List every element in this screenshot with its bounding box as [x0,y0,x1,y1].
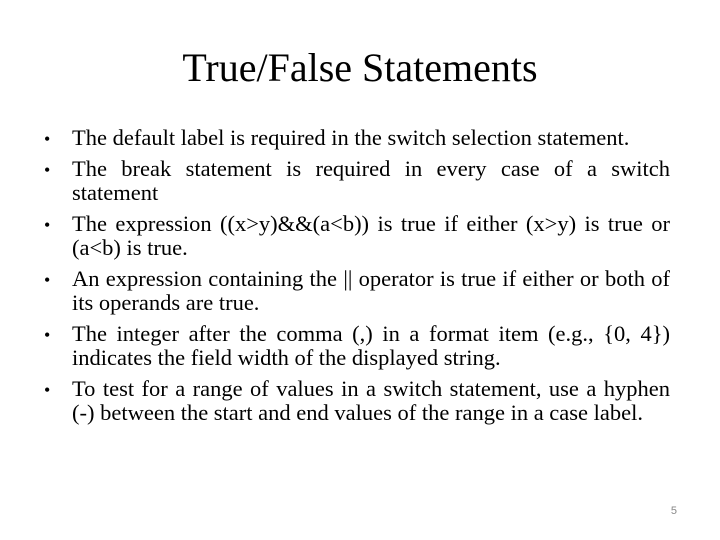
slide-title: True/False Statements [182,45,538,90]
bullet-text: The default label is required in the swi… [72,125,630,150]
bullet-item: • The expression ((x>y)&&(a<b)) is true … [44,212,670,260]
bullet-icon: • [44,129,51,149]
bullet-item: • The integer after the comma (,) in a f… [44,322,670,370]
bullet-icon: • [44,215,51,235]
bullet-text: To test for a range of values in a switc… [72,376,670,425]
bullet-icon: • [44,160,51,180]
bullet-text: The expression ((x>y)&&(a<b)) is true if… [72,211,670,260]
bullet-item: • The default label is required in the s… [44,126,670,150]
bullet-text: The break statement is required in every… [72,156,670,205]
bullet-item: • An expression containing the || operat… [44,267,670,315]
bullet-icon: • [44,325,51,345]
bullet-item: • To test for a range of values in a swi… [44,377,670,425]
slide: True/False Statements • The default labe… [0,0,720,540]
bullet-list: • The default label is required in the s… [44,126,670,432]
bullet-text: An expression containing the || operator… [72,266,670,315]
page-number: 5 [670,505,677,517]
bullet-item: • The break statement is required in eve… [44,157,670,205]
bullet-text: The integer after the comma (,) in a for… [72,321,670,370]
bullet-icon: • [44,270,51,290]
bullet-icon: • [44,380,51,400]
